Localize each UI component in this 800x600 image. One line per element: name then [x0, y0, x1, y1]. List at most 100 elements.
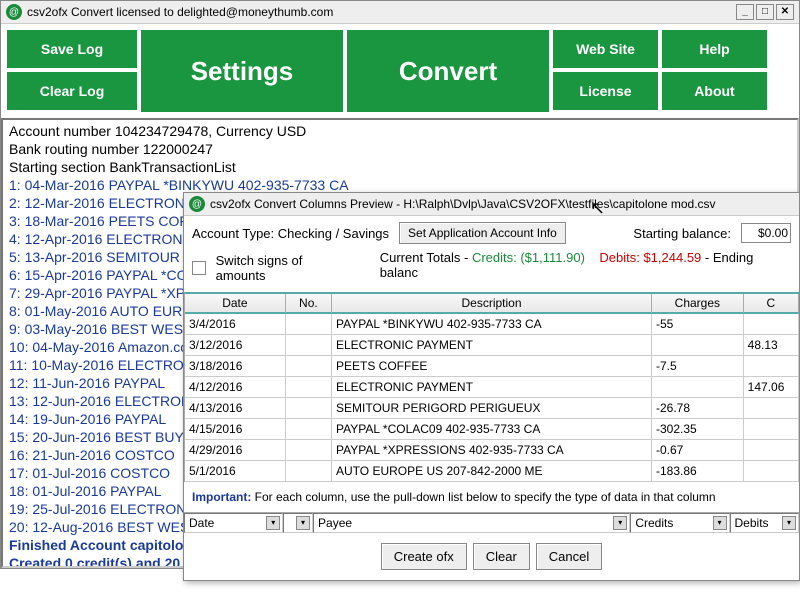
main-titlebar: @ csv2ofx Convert licensed to delighted@…: [1, 1, 799, 24]
preview-titlebar: @ csv2ofx Convert Columns Preview - H:\R…: [184, 193, 799, 216]
chevron-down-icon: ▾: [613, 516, 627, 530]
starting-balance-input[interactable]: [741, 223, 791, 243]
app-logo-icon: @: [189, 196, 205, 212]
debits-total: Debits: $1,244.59: [599, 250, 701, 265]
settings-button[interactable]: Settings: [141, 30, 343, 112]
grid-header: Date No. Description Charges C: [185, 294, 799, 314]
set-application-account-button[interactable]: Set Application Account Info: [399, 222, 566, 244]
current-totals: Current Totals - Credits: ($1,111.90) De…: [372, 250, 791, 286]
col-header-credits[interactable]: C: [744, 294, 799, 314]
cell-chg: -0.67: [652, 440, 744, 461]
cell-no: [286, 377, 332, 398]
cell-no: [286, 461, 332, 482]
cell-chg: [652, 335, 744, 356]
col-select-debits[interactable]: Debits▾: [730, 513, 799, 533]
create-ofx-button[interactable]: Create ofx: [381, 543, 467, 570]
table-row[interactable]: 4/13/2016 SEMITOUR PERIGORD PERIGUEUX-26.…: [185, 398, 799, 419]
switch-signs-checkbox[interactable]: [192, 261, 206, 275]
preview-window: @ csv2ofx Convert Columns Preview - H:\R…: [183, 192, 800, 581]
log-line: Bank routing number 122000247: [9, 140, 791, 158]
cell-date: 4/29/2016: [185, 440, 286, 461]
info-row-2: Switch signs of amounts Current Totals -…: [184, 250, 799, 292]
cell-no: [286, 314, 332, 335]
cell-chg: -55: [652, 314, 744, 335]
website-button[interactable]: Web Site: [553, 30, 658, 68]
chevron-down-icon: ▾: [713, 516, 727, 530]
cell-chg: [652, 377, 744, 398]
cell-date: 3/12/2016: [185, 335, 286, 356]
chevron-down-icon: ▾: [266, 516, 280, 530]
action-row: Create ofx Clear Cancel: [184, 533, 799, 580]
col-select-no[interactable]: ▾: [283, 513, 313, 533]
cell-chg: -7.5: [652, 356, 744, 377]
column-selectors: Date▾ ▾ Payee▾ Credits▾ Debits▾: [184, 512, 799, 533]
clear-button[interactable]: Clear: [473, 543, 530, 570]
preview-title: csv2ofx Convert Columns Preview - H:\Ral…: [210, 197, 716, 211]
about-button[interactable]: About: [662, 72, 767, 110]
table-row[interactable]: 5/1/2016 AUTO EUROPE US 207-842-2000 ME-1…: [185, 461, 799, 482]
cell-date: 4/15/2016: [185, 419, 286, 440]
cell-no: [286, 335, 332, 356]
col-header-description[interactable]: Description: [332, 294, 652, 314]
cell-date: 4/12/2016: [185, 377, 286, 398]
col-header-no[interactable]: No.: [286, 294, 332, 314]
cell-no: [286, 440, 332, 461]
close-button[interactable]: ✕: [776, 4, 794, 20]
cell-cr: [744, 419, 799, 440]
cell-desc: PAYPAL *XPRESSIONS 402-935-7733 CA: [332, 440, 652, 461]
table-row[interactable]: 3/4/2016PAYPAL *BINKYWU 402-935-7733 CA-…: [185, 314, 799, 335]
license-button[interactable]: License: [553, 72, 658, 110]
starting-balance-label: Starting balance:: [633, 226, 731, 241]
cell-desc: SEMITOUR PERIGORD PERIGUEUX: [332, 398, 652, 419]
maximize-button[interactable]: □: [756, 4, 774, 20]
cell-desc: ELECTRONIC PAYMENT: [332, 377, 652, 398]
cell-chg: -183.86: [652, 461, 744, 482]
log-line: Account number 104234729478, Currency US…: [9, 122, 791, 140]
important-label: Important:: [192, 490, 251, 504]
table-row[interactable]: 3/12/2016 ELECTRONIC PAYMENT 48.13: [185, 335, 799, 356]
table-row[interactable]: 4/29/2016 PAYPAL *XPRESSIONS 402-935-7733…: [185, 440, 799, 461]
convert-button[interactable]: Convert: [347, 30, 549, 112]
col-select-date[interactable]: Date▾: [184, 513, 283, 533]
main-toolbar: Save Log Clear Log Settings Convert Web …: [1, 24, 799, 118]
cell-desc: ELECTRONIC PAYMENT: [332, 335, 652, 356]
cell-cr: [744, 461, 799, 482]
cell-date: 5/1/2016: [185, 461, 286, 482]
table-row[interactable]: 4/12/2016ELECTRONIC PAYMENT147.06: [185, 377, 799, 398]
cell-no: [286, 419, 332, 440]
important-note: Important: For each column, use the pull…: [184, 482, 799, 512]
clear-log-button[interactable]: Clear Log: [7, 72, 137, 110]
col-select-payee[interactable]: Payee▾: [313, 513, 630, 533]
app-logo-icon: @: [6, 4, 22, 20]
credits-total: Credits: ($1,111.90): [472, 250, 585, 265]
minimize-button[interactable]: _: [736, 4, 754, 20]
col-select-credits[interactable]: Credits▾: [630, 513, 729, 533]
cell-cr: [744, 440, 799, 461]
switch-signs-label: Switch signs of amounts: [216, 253, 352, 283]
help-button[interactable]: Help: [662, 30, 767, 68]
table-row[interactable]: 3/18/2016PEETS COFFEE-7.5: [185, 356, 799, 377]
info-row-1: Account Type: Checking / Savings Set App…: [184, 216, 799, 250]
cell-date: 3/4/2016: [185, 314, 286, 335]
transactions-grid: Date No. Description Charges C 3/4/2016P…: [184, 292, 799, 482]
cell-no: [286, 356, 332, 377]
cell-cr: 48.13: [744, 335, 799, 356]
cell-desc: PAYPAL *COLAC09 402-935-7733 CA: [332, 419, 652, 440]
col-header-charges[interactable]: Charges: [652, 294, 744, 314]
table-row[interactable]: 4/15/2016 PAYPAL *COLAC09 402-935-7733 CA…: [185, 419, 799, 440]
cell-desc: AUTO EUROPE US 207-842-2000 ME: [332, 461, 652, 482]
main-title: csv2ofx Convert licensed to delighted@mo…: [27, 5, 736, 19]
cell-cr: [744, 314, 799, 335]
log-line: Starting section BankTransactionList: [9, 158, 791, 176]
cell-chg: -302.35: [652, 419, 744, 440]
col-header-date[interactable]: Date: [185, 294, 286, 314]
cell-no: [286, 398, 332, 419]
chevron-down-icon: ▾: [296, 516, 310, 530]
chevron-down-icon: ▾: [782, 516, 796, 530]
save-log-button[interactable]: Save Log: [7, 30, 137, 68]
cell-date: 4/13/2016: [185, 398, 286, 419]
cancel-button[interactable]: Cancel: [536, 543, 602, 570]
cell-cr: [744, 356, 799, 377]
cell-cr: [744, 398, 799, 419]
cell-chg: -26.78: [652, 398, 744, 419]
